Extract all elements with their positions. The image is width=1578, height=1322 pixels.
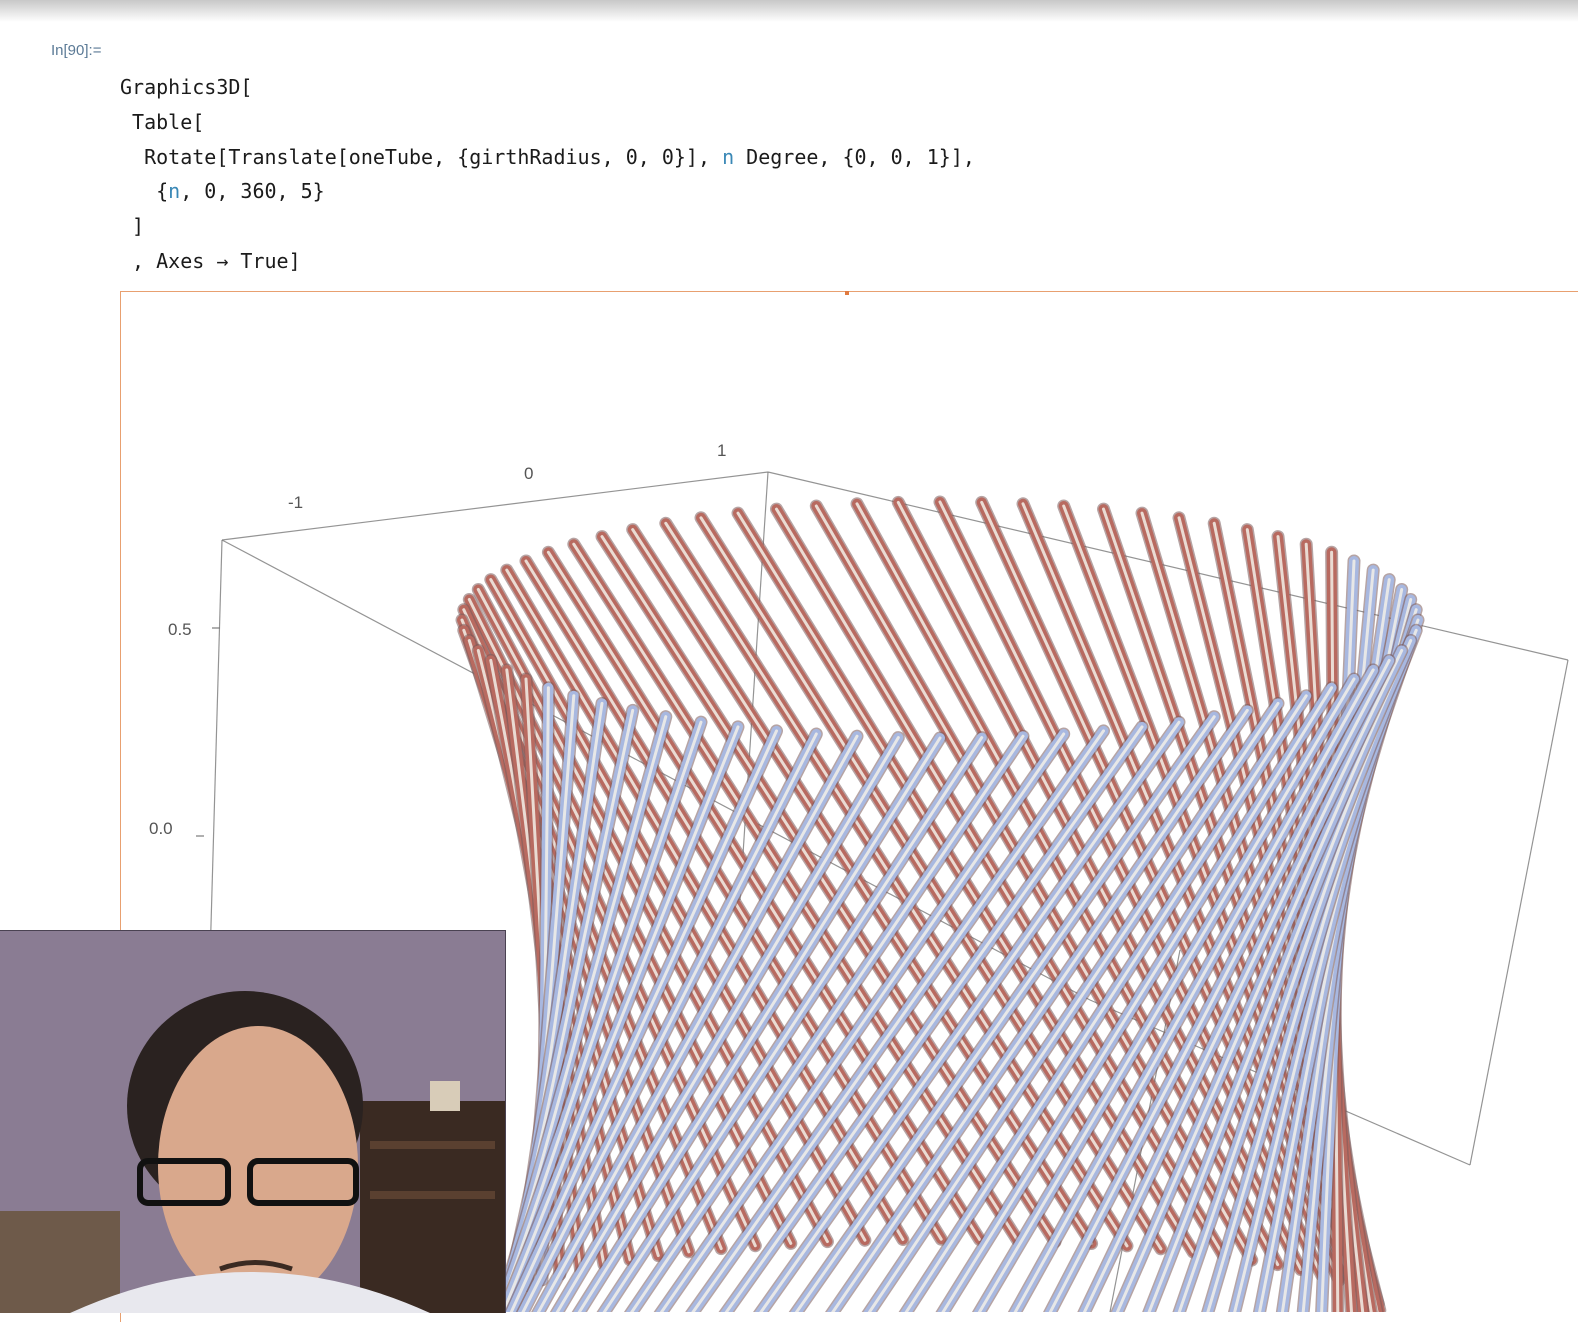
- webcam-sofa: [0, 1211, 120, 1313]
- shelf-ornament: [430, 1081, 460, 1111]
- webcam-shelf: [360, 1101, 505, 1313]
- presenter-webcam: [0, 930, 506, 1313]
- cell-bracket-marker: [845, 291, 849, 295]
- shelf-board: [370, 1191, 495, 1199]
- shelf-board: [370, 1141, 495, 1149]
- webcam-video: [0, 931, 505, 1313]
